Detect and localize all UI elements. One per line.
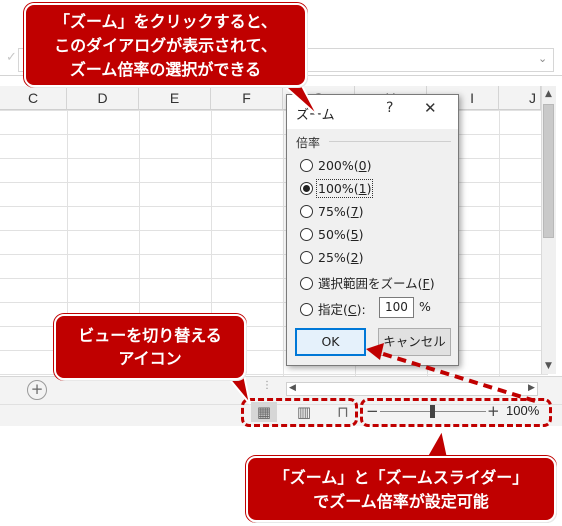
- column-header-e[interactable]: E: [139, 86, 211, 110]
- custom-zoom-input[interactable]: 100: [379, 297, 414, 318]
- radio-button[interactable]: [300, 228, 313, 241]
- callout-zoom-slider: 「ズーム」と「ズームスライダー」 でズーム倍率が設定可能: [246, 456, 556, 522]
- magnification-group-label: 倍率: [296, 136, 321, 150]
- radio-fit-selection[interactable]: 選択範囲をズーム(F): [300, 273, 435, 293]
- radio-label-suffix: ): [358, 204, 364, 219]
- radio-custom[interactable]: 指定(C):: [300, 299, 366, 319]
- callout-line: 「ズーム」をクリックすると、: [54, 12, 277, 31]
- scroll-right-icon[interactable]: ▶: [528, 383, 535, 393]
- callout-view-icons: ビューを切り替える アイコン: [54, 314, 246, 380]
- ok-button[interactable]: OK: [295, 328, 366, 356]
- vertical-scroll-thumb[interactable]: [543, 104, 554, 238]
- radio-label: 100%(: [318, 181, 359, 196]
- radio-button[interactable]: [300, 205, 313, 218]
- check-icon[interactable]: ✓: [6, 50, 17, 65]
- grid-line: [499, 110, 500, 376]
- radio-75[interactable]: 75%(7): [300, 204, 364, 224]
- radio-label: 200%(: [318, 158, 359, 173]
- radio-label-focused: 100%(1): [315, 179, 374, 198]
- group-divider: [329, 141, 451, 142]
- column-header-j[interactable]: J: [499, 86, 541, 110]
- horizontal-scrollbar[interactable]: [286, 382, 538, 396]
- radio-label: 75%(: [318, 204, 351, 219]
- access-key: C: [347, 302, 357, 317]
- callout-line: このダイアログが表示されて、: [54, 36, 277, 55]
- close-icon[interactable]: ✕: [424, 99, 437, 117]
- callout-zoom-pointer: [424, 427, 450, 459]
- radio-button[interactable]: [300, 277, 313, 290]
- callout-line: ビューを切り替える: [78, 326, 222, 345]
- access-key: F: [422, 276, 430, 291]
- percent-label: %: [419, 299, 431, 314]
- callout-line: 「ズーム」と「ズームスライダー」: [273, 468, 529, 487]
- grid-line: [283, 110, 284, 376]
- radio-label: 選択範囲をズーム(: [318, 276, 423, 291]
- dialog-title: ズーム: [296, 108, 335, 123]
- zoom-controls-highlight: [360, 398, 552, 427]
- callout-line: アイコン: [118, 349, 182, 368]
- radio-button[interactable]: [300, 159, 313, 172]
- dropdown-icon[interactable]: ⌄: [538, 52, 547, 65]
- radio-label: 指定(: [318, 302, 348, 317]
- column-header-f[interactable]: F: [211, 86, 283, 110]
- access-key: 0: [358, 158, 367, 173]
- radio-button-selected[interactable]: [300, 182, 313, 195]
- radio-50[interactable]: 50%(5): [300, 227, 364, 247]
- column-header-d[interactable]: D: [67, 86, 139, 110]
- radio-label-suffix: ): [429, 276, 435, 291]
- scroll-down-icon[interactable]: ▼: [545, 361, 552, 371]
- scroll-up-icon[interactable]: ▲: [545, 89, 552, 99]
- radio-200[interactable]: 200%(0): [300, 158, 371, 178]
- radio-label-suffix: ):: [356, 302, 366, 317]
- radio-label: 25%(: [318, 250, 351, 265]
- radio-label-suffix: ): [358, 250, 364, 265]
- radio-label-suffix: ): [366, 158, 372, 173]
- split-handle-icon[interactable]: ⋮: [262, 380, 272, 391]
- help-icon[interactable]: ?: [386, 100, 393, 116]
- callout-line: でズーム倍率が設定可能: [313, 492, 489, 511]
- radio-100[interactable]: 100%(1): [300, 179, 374, 201]
- scroll-left-icon[interactable]: ◀: [289, 383, 296, 393]
- cancel-button[interactable]: キャンセル: [378, 328, 451, 356]
- view-buttons-highlight: [241, 398, 358, 427]
- radio-label-suffix: ): [366, 181, 372, 196]
- radio-label-suffix: ): [358, 227, 364, 242]
- callout-zoom-dialog: 「ズーム」をクリックすると、 このダイアログが表示されて、 ズーム倍率の選択がで…: [24, 3, 307, 87]
- callout-line: ズーム倍率の選択ができる: [69, 60, 262, 79]
- access-key: 5: [350, 227, 359, 242]
- radio-button[interactable]: [300, 251, 313, 264]
- access-key: 2: [350, 250, 359, 265]
- access-key: 7: [350, 204, 359, 219]
- column-header-c[interactable]: C: [0, 86, 67, 110]
- access-key: 1: [358, 181, 367, 196]
- add-sheet-button[interactable]: +: [27, 380, 47, 400]
- radio-label: 50%(: [318, 227, 351, 242]
- radio-button[interactable]: [300, 303, 313, 316]
- radio-25[interactable]: 25%(2): [300, 250, 364, 270]
